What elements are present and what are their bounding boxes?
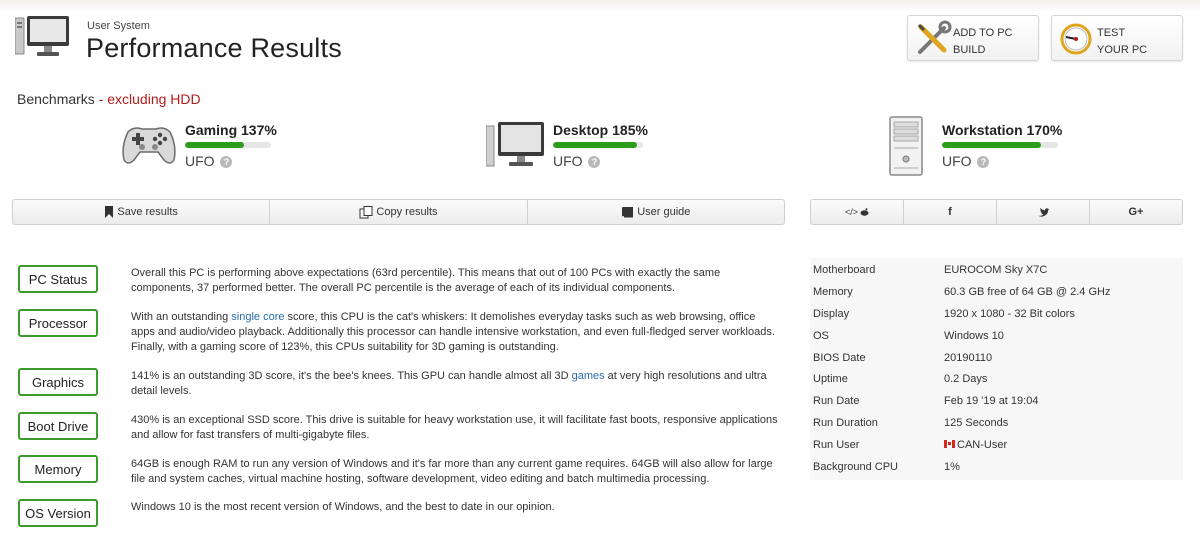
facebook-share-button[interactable]: f: [904, 200, 997, 224]
gauge-icon: [1060, 23, 1092, 55]
spec-value: 125 Seconds: [944, 417, 1009, 429]
test-button-line1: TEST: [1097, 27, 1126, 39]
workstation-progress-fill: [942, 142, 1041, 148]
copy-results-button[interactable]: Copy results: [270, 200, 528, 224]
copy-results-label: Copy results: [376, 206, 438, 218]
spec-key: Display: [813, 308, 850, 320]
spec-key: BIOS Date: [813, 352, 866, 364]
add-button-line1: ADD TO PC: [953, 27, 1013, 39]
spec-value: Windows 10: [944, 330, 1004, 342]
page-subtitle: User System: [87, 20, 150, 32]
desktop-progress-fill: [553, 142, 637, 148]
help-icon[interactable]: ?: [220, 156, 233, 168]
processor-text-pre: With an outstanding: [131, 311, 232, 323]
boot-drive-description: 430% is an exceptional SSD score. This d…: [131, 414, 778, 441]
page-title: Performance Results: [86, 33, 342, 63]
spec-key: Run Duration: [813, 417, 878, 429]
save-results-button[interactable]: Save results: [13, 200, 271, 224]
spec-key: Run Date: [813, 395, 860, 407]
spec-key: Background CPU: [813, 461, 898, 473]
spec-value: Feb 19 '19 at 19:04: [944, 395, 1039, 407]
wrench-screwdriver-icon: [917, 20, 952, 54]
help-icon[interactable]: ?: [977, 156, 990, 168]
processor-button[interactable]: Processor: [18, 309, 98, 337]
desktop-progress-bar: [553, 142, 643, 148]
os-version-description: Windows 10 is the most recent version of…: [131, 501, 555, 513]
test-your-pc-button[interactable]: TEST YOUR PC: [1051, 15, 1183, 61]
spec-value: 1920 x 1080 - 32 Bit colors: [944, 308, 1075, 320]
monitor-logo-icon: [15, 16, 69, 56]
spec-value: 1%: [944, 461, 960, 473]
benchmarks-heading: Benchmarks - excluding HDD: [17, 91, 201, 107]
embed-reddit-button[interactable]: </>: [811, 200, 904, 224]
gaming-progress-bar: [185, 142, 271, 148]
benchmarks-qualifier: - excluding HDD: [94, 91, 201, 107]
gamepad-icon: [122, 127, 176, 164]
bookmark-icon: [105, 206, 114, 218]
reddit-icon: [860, 208, 869, 216]
results-actions: Save results Copy results User guide: [12, 199, 785, 225]
facebook-icon: f: [948, 206, 952, 218]
google-plus-share-button[interactable]: G+: [1090, 200, 1182, 224]
monitor-icon: [486, 122, 544, 167]
graphics-button[interactable]: Graphics: [18, 368, 98, 396]
run-user-value: CAN-User: [957, 439, 1008, 451]
desktop-rating: UFO ?: [553, 153, 601, 169]
spec-key: Run User: [813, 439, 860, 451]
pc-status-description: Overall this PC is performing above expe…: [131, 267, 721, 294]
twitter-share-button[interactable]: t: [997, 200, 1090, 224]
test-button-line2: YOUR PC: [1097, 44, 1148, 56]
add-button-line2: BUILD: [953, 44, 986, 56]
help-icon[interactable]: ?: [588, 156, 601, 168]
tower-icon: [889, 116, 923, 176]
book-icon: [622, 207, 634, 218]
boot-drive-button[interactable]: Boot Drive: [18, 412, 98, 440]
spec-value: CAN-User: [944, 439, 1007, 451]
spec-value: 20190110: [944, 352, 993, 364]
games-link[interactable]: games: [572, 370, 605, 382]
spec-key: OS: [813, 330, 829, 342]
benchmark-workstation: Workstation 170% UFO ?: [888, 116, 1088, 182]
copy-icon: [359, 205, 373, 218]
system-specs-panel: Motherboard EUROCOM Sky X7C Memory 60.3 GB…: [810, 258, 1183, 480]
workstation-score: Workstation 170%: [942, 122, 1063, 138]
workstation-rating-label: UFO: [942, 153, 972, 169]
benchmark-desktop: Desktop 185% UFO ?: [486, 116, 686, 182]
spec-value: 60.3 GB free of 64 GB @ 2.4 GHz: [944, 286, 1111, 298]
pc-status-button[interactable]: PC Status: [18, 265, 98, 293]
embed-icon: </>: [844, 207, 858, 217]
gaming-score: Gaming 137%: [185, 122, 277, 138]
memory-button[interactable]: Memory: [18, 455, 98, 483]
spec-key: Motherboard: [813, 264, 876, 276]
single-core-link[interactable]: single core: [231, 311, 284, 323]
processor-description: With an outstanding single core score, t…: [131, 310, 781, 355]
spec-value: EUROCOM Sky X7C: [944, 264, 1048, 276]
share-bar: </> f t G+: [810, 199, 1183, 225]
graphics-description: 141% is an outstanding 3D score, it's th…: [131, 369, 781, 399]
gaming-rating: UFO ?: [185, 153, 233, 169]
spec-value: 0.2 Days: [944, 373, 988, 385]
user-guide-button[interactable]: User guide: [528, 200, 784, 224]
gaming-rating-label: UFO: [185, 153, 215, 169]
memory-description: 64GB is enough RAM to run any version of…: [131, 458, 773, 485]
save-results-label: Save results: [117, 206, 178, 218]
gaming-progress-fill: [185, 142, 245, 148]
workstation-progress-bar: [942, 142, 1058, 148]
workstation-rating: UFO ?: [942, 153, 990, 169]
top-bar: [0, 0, 1200, 12]
add-to-pc-build-button[interactable]: ADD TO PC BUILD: [907, 15, 1039, 61]
canada-flag-icon: [944, 440, 955, 448]
user-guide-label: User guide: [637, 206, 691, 218]
google-plus-icon: G+: [1128, 206, 1144, 218]
twitter-icon: [1037, 207, 1049, 217]
graphics-text-pre: 141% is an outstanding 3D score, it's th…: [131, 370, 572, 382]
benchmarks-label: Benchmarks: [17, 91, 95, 107]
benchmark-gaming: Gaming 137% UFO ?: [120, 116, 320, 182]
os-version-button[interactable]: OS Version: [18, 499, 98, 527]
desktop-rating-label: UFO: [553, 153, 583, 169]
spec-key: Memory: [813, 286, 853, 298]
spec-key: Uptime: [813, 373, 848, 385]
desktop-score: Desktop 185%: [553, 122, 648, 138]
